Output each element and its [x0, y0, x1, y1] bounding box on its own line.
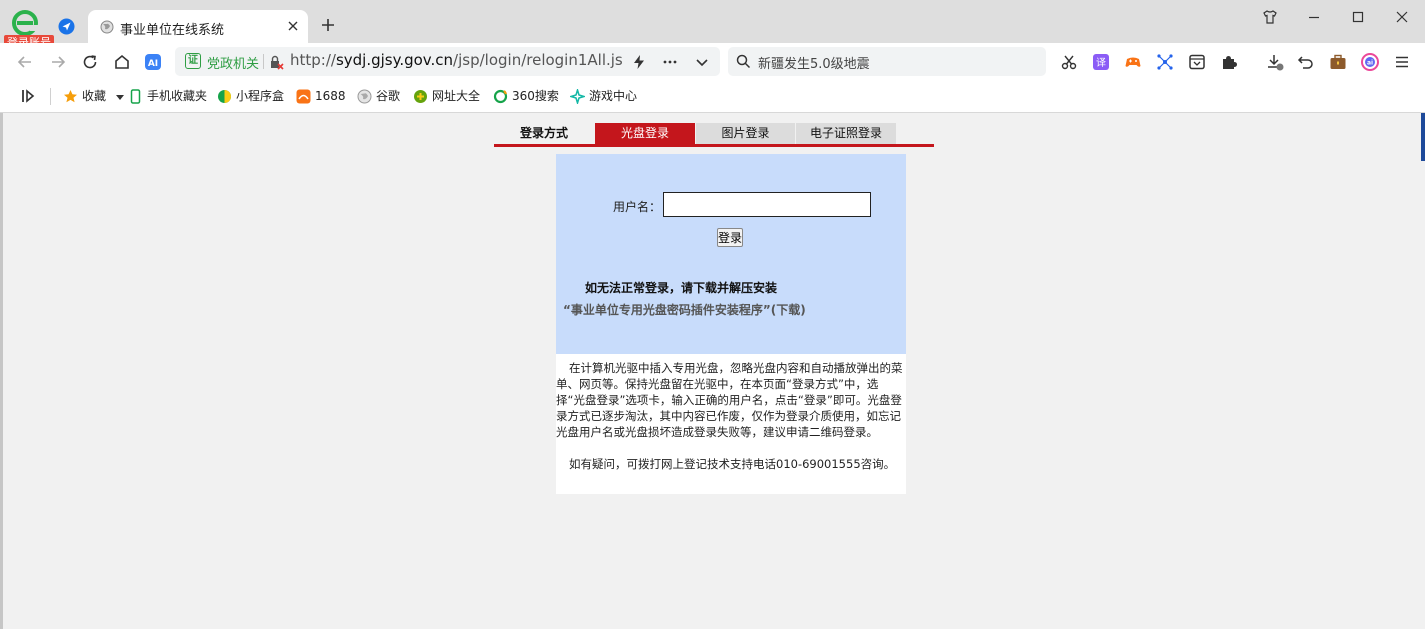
360-search-icon: [493, 89, 508, 104]
home-icon[interactable]: [113, 53, 131, 71]
back-icon[interactable]: [16, 53, 34, 71]
search-box[interactable]: 新疆发生5.0级地震: [728, 47, 1046, 76]
browser-toolbar: AI 证 党政机关 http://sydj.gjsy.gov.cn/jsp/lo…: [0, 43, 1425, 80]
send-icon[interactable]: [58, 18, 75, 35]
close-tab-icon[interactable]: [286, 19, 300, 33]
browser-logo[interactable]: 登录账号: [4, 8, 54, 51]
login-button[interactable]: 登录: [717, 228, 743, 247]
active-tab[interactable]: 事业单位在线系统: [88, 10, 308, 43]
login-panel: 用户名： 登录 如无法正常登录，请下载并解压安装 “事业单位专用光盘密码插件安装…: [556, 154, 906, 354]
username-input[interactable]: [663, 192, 871, 217]
svg-text:AI: AI: [148, 59, 158, 69]
toolbox-icon[interactable]: [1329, 53, 1347, 71]
forward-icon[interactable]: [49, 53, 67, 71]
minimize-icon[interactable]: [1306, 9, 1322, 25]
new-tab-icon[interactable]: [320, 17, 336, 33]
close-window-icon[interactable]: [1394, 9, 1410, 25]
gov-verified-icon: 证: [185, 53, 201, 69]
reload-icon[interactable]: [81, 53, 99, 71]
mini-program-icon: [218, 90, 231, 103]
insecure-lock-icon[interactable]: [268, 54, 284, 70]
instructions-panel: 在计算机光驱中插入专用光盘，忽略光盘内容和自动播放弹出的菜单、网页等。保持光盘留…: [556, 354, 906, 494]
username-label: 用户名：: [613, 200, 662, 214]
login-method-label: 登录方式: [519, 126, 568, 140]
gamepad-icon[interactable]: [1124, 53, 1142, 71]
url-text[interactable]: http://sydj.gjsy.gov.cn/jsp/login/relogi…: [290, 51, 622, 69]
plugin-name: “事业单位专用光盘密码插件安装程序”(下载): [563, 303, 806, 317]
bookmarks-bar: 收藏 手机收藏夹 小程序盒 1688 谷歌 网址大全 360搜索 游戏中心: [0, 80, 1425, 113]
address-bar[interactable]: 证 党政机关 http://sydj.gjsy.gov.cn/jsp/login…: [175, 47, 720, 76]
gov-site-badge: 党政机关: [207, 57, 260, 72]
ai-assistant-icon[interactable]: ai: [1361, 53, 1379, 71]
download-icon[interactable]: [1266, 53, 1284, 71]
globe-icon: [357, 89, 372, 104]
browser-logo-icon: [12, 10, 38, 36]
left-window-edge: [0, 113, 3, 629]
ai-icon[interactable]: AI: [144, 53, 162, 71]
page-content: 登录方式 光盘登录 图片登录 电子证照登录 用户名： 登录 如无法正常登录，请下…: [0, 113, 1425, 629]
skin-icon[interactable]: [1262, 9, 1278, 25]
reader-icon[interactable]: [1188, 53, 1206, 71]
lightning-icon[interactable]: [631, 54, 647, 70]
install-notice: 如无法正常登录，请下载并解压安装: [585, 281, 778, 295]
chevron-down-icon[interactable]: [694, 54, 710, 70]
login-method-tabs: 登录方式 光盘登录 图片登录 电子证照登录: [494, 123, 934, 147]
network-icon[interactable]: [1156, 53, 1174, 71]
star-icon: [64, 90, 77, 103]
tab-disc-login[interactable]: 光盘登录: [595, 123, 695, 144]
globe-icon: [100, 20, 114, 34]
search-icon: [736, 54, 751, 69]
undo-icon[interactable]: [1297, 53, 1315, 71]
tab-title: 事业单位在线系统: [120, 23, 225, 38]
instructions-paragraph: 在计算机光驱中插入专用光盘，忽略光盘内容和自动播放弹出的菜单、网页等。保持光盘留…: [556, 361, 903, 439]
browser-tab-strip: 登录账号 事业单位在线系统: [0, 0, 1425, 51]
tab-e-license-login[interactable]: 电子证照登录: [795, 123, 896, 144]
tab-image-login[interactable]: 图片登录: [695, 123, 795, 144]
extensions-icon[interactable]: [1220, 53, 1238, 71]
game-center-icon: [570, 89, 585, 104]
scissors-icon[interactable]: [1060, 53, 1078, 71]
phone-icon: [130, 89, 141, 104]
support-contact: 如有疑问，可拨打网上登记技术支持电话010-69001555咨询。: [569, 457, 896, 471]
svg-text:ai: ai: [1367, 60, 1373, 67]
url-directory-icon: [414, 90, 427, 103]
search-suggestion: 新疆发生5.0级地震: [758, 57, 870, 72]
more-icon[interactable]: [662, 54, 678, 70]
maximize-icon[interactable]: [1350, 9, 1366, 25]
right-edge-strip: [1421, 113, 1425, 161]
bookmarks-divider: [50, 88, 51, 105]
translate-icon[interactable]: 译: [1092, 53, 1110, 71]
menu-icon[interactable]: [1393, 53, 1411, 71]
svg-text:译: 译: [1096, 57, 1106, 69]
1688-icon: [296, 89, 311, 104]
address-divider: [263, 54, 264, 69]
download-link[interactable]: (下载): [771, 303, 806, 317]
favorites-dropdown-icon[interactable]: [116, 93, 124, 101]
sidebar-toggle-icon[interactable]: [19, 87, 37, 105]
